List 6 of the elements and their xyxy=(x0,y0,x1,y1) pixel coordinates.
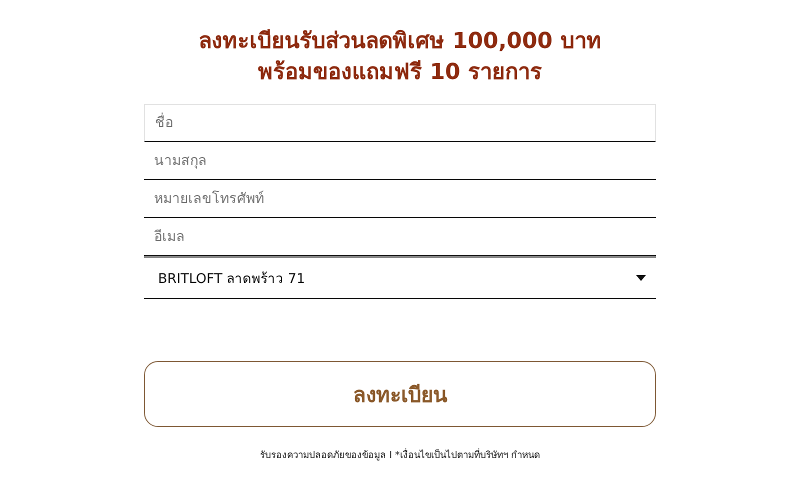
heading-line: ลงทะเบียนรับส่วนลดพิเศษ 100,000 บาท xyxy=(198,28,602,56)
project-select[interactable]: BRITLOFT ลาดพร้าว 71 xyxy=(144,256,656,299)
disclaimer-text: รับรองความปลอดภัยของข้อมูล I *เงื่อนไขเป็นไปตามที่บริษัทฯ กำหนด xyxy=(260,447,540,462)
register-button[interactable]: ลงทะเบียน xyxy=(144,361,656,427)
heading-line: พร้อมของแถมฟรี 10 รายการ xyxy=(258,59,542,87)
caret-icon xyxy=(636,275,646,281)
